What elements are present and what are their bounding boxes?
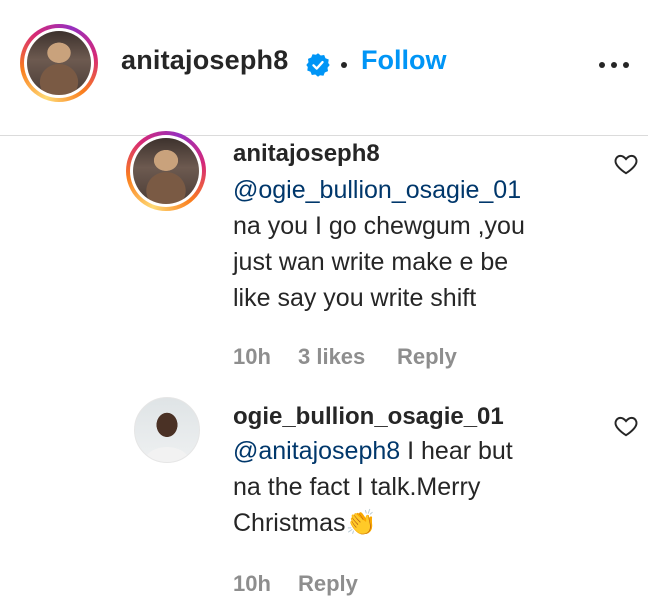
comment-line: just wan write make e be — [233, 248, 509, 276]
comment-line: na you I go chewgum ,you — [233, 212, 525, 240]
like-heart-icon[interactable] — [613, 151, 639, 177]
comment-avatar[interactable] — [134, 397, 200, 463]
more-options-icon[interactable] — [597, 58, 631, 72]
header-username[interactable]: anitajoseph8 — [121, 45, 288, 76]
comment-line: like say you write shift — [233, 284, 477, 312]
comment-mention[interactable]: @ogie_bullion_osagie_01 — [233, 172, 613, 208]
like-heart-icon[interactable] — [613, 413, 639, 439]
comment-likes[interactable]: 3 likes — [298, 344, 365, 370]
comment-text-start: I hear but — [400, 437, 513, 465]
comment-time: 10h — [233, 571, 271, 596]
comment-username[interactable]: anitajoseph8 — [233, 140, 380, 168]
comment-first-line: @anitajoseph8 I hear but — [233, 433, 613, 469]
reply-button[interactable]: Reply — [298, 571, 358, 597]
comment-mention[interactable]: @anitajoseph8 — [233, 437, 400, 465]
comment-username[interactable]: ogie_bullion_osagie_01 — [233, 403, 504, 431]
comment-time: 10h — [233, 344, 271, 369]
comment-line: na the fact I talk.Merry — [233, 473, 481, 501]
comment-text: @anitajoseph8 I hear but na the fact I t… — [233, 433, 613, 541]
separator-dot — [341, 62, 347, 68]
reply-button[interactable]: Reply — [397, 344, 457, 370]
comment-text: @ogie_bullion_osagie_01 na you I go chew… — [233, 172, 613, 316]
comment-line: Christmas👏 — [233, 509, 377, 537]
follow-button[interactable]: Follow — [361, 45, 446, 76]
verified-badge-icon — [306, 53, 330, 77]
post-header: anitajoseph8 Follow — [0, 0, 648, 136]
story-avatar[interactable] — [20, 24, 98, 102]
comment-avatar[interactable] — [126, 131, 206, 211]
